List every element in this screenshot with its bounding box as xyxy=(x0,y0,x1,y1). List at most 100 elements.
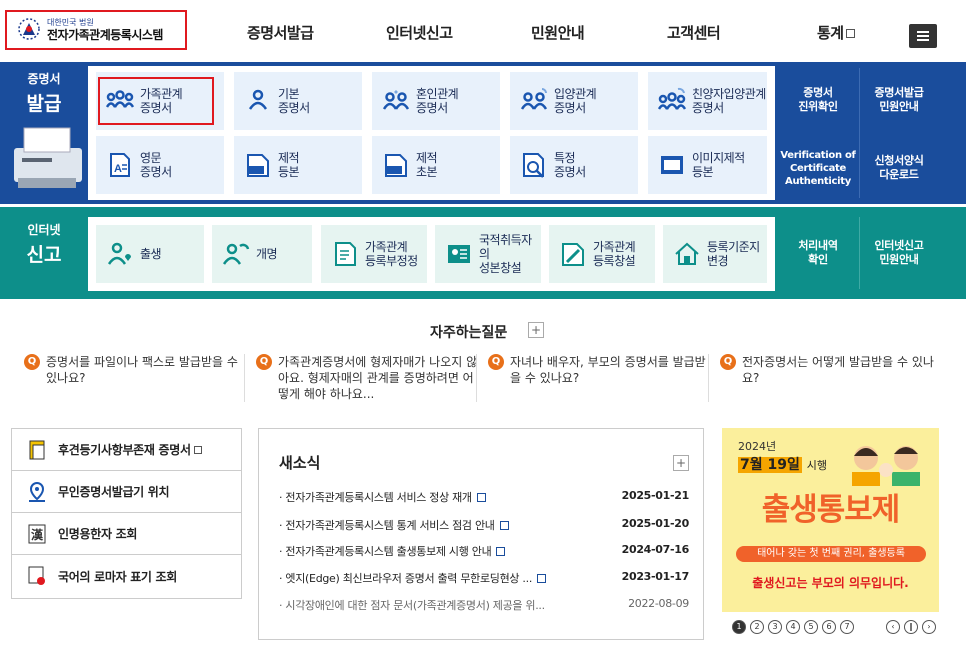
tile-birth[interactable]: 출생 xyxy=(96,225,204,283)
couple-icon xyxy=(382,90,410,110)
faq-item[interactable]: Q 가족관계증명서에 형제자매가 나오지 않아요. 형제자매의 관계를 증명하려면… xyxy=(256,354,478,402)
page-dot-1[interactable]: 1 xyxy=(732,620,746,634)
english-doc-icon: A xyxy=(110,153,130,177)
nav-statistics[interactable]: 통계 xyxy=(817,22,855,43)
news-item[interactable]: · 전자가족관계등록시스템 출생통보제 시행 안내 2024-07-16 xyxy=(279,543,689,558)
side-divider xyxy=(859,217,860,289)
verify-cert-link[interactable]: 증명서 진위확인 xyxy=(777,70,859,130)
tile-image-removed-copy[interactable]: 이미지제적 등본 xyxy=(648,136,767,194)
page-dot-7[interactable]: 7 xyxy=(840,620,854,634)
prev-button[interactable]: ‹ xyxy=(886,620,900,634)
faq-divider xyxy=(708,354,709,402)
side-label-2: Certificate xyxy=(790,162,846,174)
question-icon: Q xyxy=(24,354,40,370)
internet-guide-link[interactable]: 인터넷신고 민원안내 xyxy=(859,223,939,283)
tile-marriage-cert[interactable]: 혼인관계 증명서 xyxy=(372,72,500,130)
hanja-book-icon: 漢 xyxy=(28,524,46,543)
tile-label-1: 개명 xyxy=(256,247,278,261)
external-link-icon xyxy=(193,445,202,454)
tile-register-creation[interactable]: 가족관계 등록창설 xyxy=(549,225,655,283)
faq-item[interactable]: Q 증명서를 파일이나 팩스로 발급받을 수 있나요? xyxy=(24,354,246,386)
next-button[interactable]: › xyxy=(922,620,936,634)
pause-button[interactable]: ‖ xyxy=(904,620,918,634)
page-dot-4[interactable]: 4 xyxy=(786,620,800,634)
tile-basic-cert[interactable]: 기본 증명서 xyxy=(234,72,362,130)
person-icon xyxy=(248,89,268,110)
cert-guide-link[interactable]: 증명서발급 민원안내 xyxy=(859,70,939,130)
document-icon xyxy=(537,574,547,583)
faq-divider xyxy=(476,354,477,402)
kiosk-location-link[interactable]: 무인증명서발급기 위치 xyxy=(12,471,241,513)
banner-date: 7월 19일 xyxy=(738,457,802,473)
tile-label-2: 증명서 xyxy=(140,165,172,179)
side-label-1: 처리내역 xyxy=(798,239,838,252)
nav-customer-center[interactable]: 고객센터 xyxy=(667,22,721,43)
link-label: 무인증명서발급기 위치 xyxy=(58,485,170,499)
tile-removed-copy[interactable]: 제적 등본 xyxy=(234,136,362,194)
news-item-title: 전자가족관계등록시스템 통계 서비스 점검 안내 xyxy=(285,519,495,532)
svg-text:漢: 漢 xyxy=(31,527,44,542)
nav-internet-report[interactable]: 인터넷신고 xyxy=(386,22,453,43)
tile-label-1: 가족관계 xyxy=(593,240,636,254)
verification-link[interactable]: Verification of Certificate Authenticity xyxy=(777,138,859,198)
adoptive-family-icon xyxy=(658,87,686,110)
tile-label-1: 제적 xyxy=(278,151,300,165)
svg-text:A: A xyxy=(114,163,122,175)
tile-removed-extract[interactable]: 제적 초본 xyxy=(372,136,500,194)
faq-item[interactable]: Q 전자증명서는 어떻게 발급받을 수 있나요? xyxy=(720,354,942,386)
news-item-title: 전자가족관계등록시스템 서비스 정상 재개 xyxy=(285,491,472,504)
banner-year: 2024년 xyxy=(738,440,777,453)
nav-civil-guide[interactable]: 민원안내 xyxy=(531,22,585,43)
news-item[interactable]: · 전자가족관계등록시스템 통계 서비스 점검 안내 2025-01-20 xyxy=(279,517,690,532)
family-illustration-icon xyxy=(852,446,920,486)
banner-message: 출생신고는 부모의 의무입니다. xyxy=(752,576,909,590)
tile-rename[interactable]: 개명 xyxy=(212,225,312,283)
process-history-link[interactable]: 처리내역 확인 xyxy=(777,223,859,283)
site-logo[interactable]: 대한민국 법원 전자가족관계등록시스템 xyxy=(5,10,187,50)
tile-label-2: 성본창설 xyxy=(479,261,522,275)
faq-more-button[interactable]: + xyxy=(528,322,544,338)
tile-label-2: 증명서 xyxy=(554,165,586,179)
certificate-band: 증명서 발급 가족관계 증명서 기본 증명서 혼인관계 증명서 입양관계 증명서 친양자… xyxy=(0,62,966,204)
news-item-date: 2022-08-09 xyxy=(628,597,689,610)
tile-label-2: 증명서 xyxy=(692,101,724,115)
nav-certificate[interactable]: 증명서발급 xyxy=(247,22,314,43)
menu-button[interactable] xyxy=(909,24,937,48)
page-dot-2[interactable]: 2 xyxy=(750,620,764,634)
band-title-big: 발급 xyxy=(26,93,62,115)
document-icon xyxy=(476,493,486,502)
page-dot-3[interactable]: 3 xyxy=(768,620,782,634)
banner-headline: 출생통보제 xyxy=(761,492,901,528)
news-item[interactable]: · 엣지(Edge) 최신브라우저 증명서 출력 무한로딩현상 ... 2023-… xyxy=(279,570,689,585)
tile-register-correction[interactable]: 가족관계 등록부정정 xyxy=(321,225,427,283)
document-icon xyxy=(29,440,45,459)
form-download-link[interactable]: 신청서양식 다운로드 xyxy=(859,138,939,198)
romanization-link[interactable]: 국어의 로마자 표기 조회 xyxy=(12,555,241,597)
tile-specific-cert[interactable]: 특정 증명서 xyxy=(510,136,638,194)
hanja-lookup-link[interactable]: 漢 인명용한자 조회 xyxy=(12,513,241,555)
news-item-date: 2025-01-20 xyxy=(621,517,690,530)
guardianship-link[interactable]: 후견등기사항부존재 증명서 xyxy=(12,429,241,471)
page-dot-5[interactable]: 5 xyxy=(804,620,818,634)
tile-nationality-surname[interactable]: 국적취득자의 성본창설 xyxy=(435,225,541,283)
tile-full-adoption-cert[interactable]: 친양자입양관계 증명서 xyxy=(648,72,767,130)
news-item[interactable]: · 전자가족관계등록시스템 서비스 정상 재개 2025-01-21 xyxy=(279,489,689,504)
banner-subtitle: 태어나 갖는 첫 번째 권리, 출생등록 xyxy=(736,546,926,562)
news-more-button[interactable]: + xyxy=(673,455,689,471)
promo-banner[interactable]: 2024년 7월 19일 시행 출생통보제 태어나 갖는 첫 번째 권리, 출생… xyxy=(722,428,939,612)
external-link-icon xyxy=(845,29,855,38)
tile-adoption-cert[interactable]: 입양관계 증명서 xyxy=(510,72,638,130)
tile-label-1: 가족관계 xyxy=(365,240,408,254)
tile-label-2: 증명서 xyxy=(416,101,448,115)
tile-label-1: 혼인관계 xyxy=(416,87,459,101)
side-label-1: 신청서양식 xyxy=(874,154,924,167)
image-doc-icon xyxy=(661,156,683,174)
faq-item[interactable]: Q 자녀나 배우자, 부모의 증명서를 발급받을 수 있나요? xyxy=(488,354,710,386)
page-dot-6[interactable]: 6 xyxy=(822,620,836,634)
side-label-1: 인터넷신고 xyxy=(874,239,924,252)
tile-base-change[interactable]: 등록기준지 변경 xyxy=(663,225,767,283)
news-item[interactable]: · 시각장애인에 대한 점자 문서(가족관계증명서) 제공을 위... 2022-… xyxy=(279,597,689,612)
house-icon xyxy=(675,242,699,265)
tile-english-cert[interactable]: A 영문 증명서 xyxy=(96,136,224,194)
tile-label-1: 제적 xyxy=(416,151,438,165)
